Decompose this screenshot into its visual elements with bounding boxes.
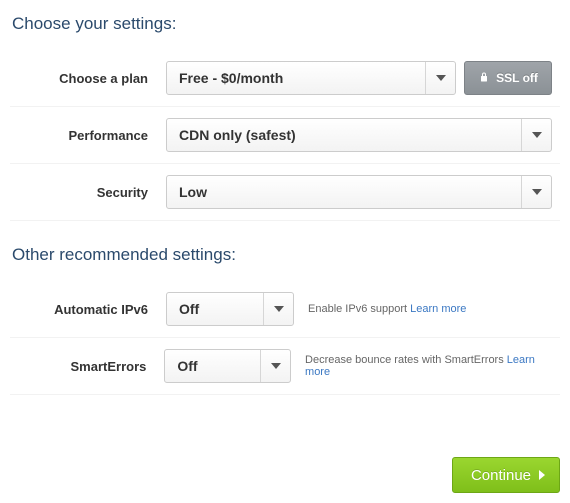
select-security[interactable]: Low: [166, 175, 552, 209]
select-smarterrors[interactable]: Off: [164, 349, 291, 383]
chevron-down-icon: [521, 176, 551, 208]
select-security-value: Low: [179, 184, 521, 200]
heading-choose-settings: Choose your settings:: [12, 14, 560, 34]
row-plan: Choose a plan Free - $0/month SSL off: [10, 50, 560, 107]
continue-button-label: Continue: [471, 467, 531, 484]
link-ipv6-learn-more[interactable]: Learn more: [410, 303, 466, 315]
row-security: Security Low: [10, 164, 560, 221]
label-plan: Choose a plan: [10, 71, 166, 86]
label-performance: Performance: [10, 128, 166, 143]
chevron-down-icon: [260, 350, 290, 382]
select-plan-value: Free - $0/month: [179, 70, 425, 86]
row-smarterrors: SmartErrors Off Decrease bounce rates wi…: [10, 338, 560, 395]
continue-button[interactable]: Continue: [452, 457, 560, 493]
select-ipv6-value: Off: [179, 301, 263, 317]
ssl-button-label: SSL off: [496, 71, 538, 85]
lock-icon: [478, 71, 490, 86]
select-ipv6[interactable]: Off: [166, 292, 294, 326]
select-performance[interactable]: CDN only (safest): [166, 118, 552, 152]
select-performance-value: CDN only (safest): [179, 127, 521, 143]
label-ipv6: Automatic IPv6: [10, 302, 166, 317]
row-performance: Performance CDN only (safest): [10, 107, 560, 164]
chevron-down-icon: [425, 62, 455, 94]
help-ipv6: Enable IPv6 support Learn more: [308, 303, 466, 315]
chevron-down-icon: [521, 119, 551, 151]
ssl-button[interactable]: SSL off: [464, 61, 552, 95]
chevron-down-icon: [263, 293, 293, 325]
label-smarterrors: SmartErrors: [10, 359, 164, 374]
row-ipv6: Automatic IPv6 Off Enable IPv6 support L…: [10, 281, 560, 338]
chevron-right-icon: [539, 470, 545, 480]
heading-other-settings: Other recommended settings:: [12, 245, 560, 265]
label-security: Security: [10, 185, 166, 200]
help-smarterrors: Decrease bounce rates with SmartErrors L…: [305, 354, 560, 378]
select-plan[interactable]: Free - $0/month: [166, 61, 456, 95]
select-smarterrors-value: Off: [177, 358, 260, 374]
